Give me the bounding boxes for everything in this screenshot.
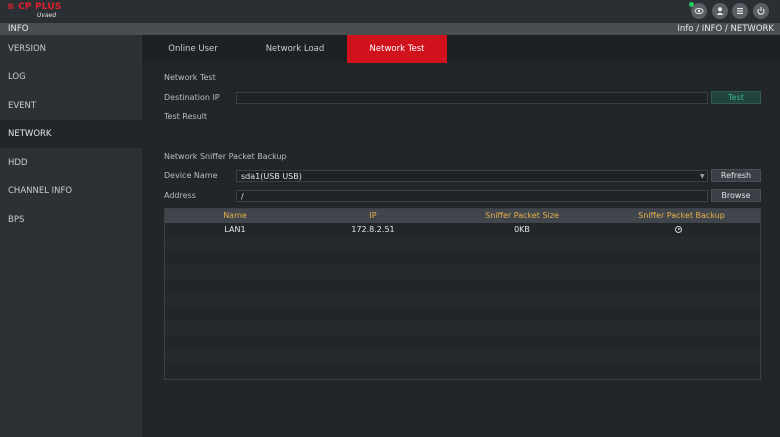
table-row-empty [165,363,760,377]
sidebar-item-channel-info[interactable]: CHANNEL INFO [0,177,142,205]
refresh-button[interactable]: Refresh [711,169,761,182]
table-row-empty [165,279,760,293]
table-header: Name IP Sniffer Packet Size Sniffer Pack… [165,209,760,223]
destination-ip-input[interactable] [236,92,708,104]
address-input[interactable]: / [236,190,708,202]
user-icon[interactable] [712,3,728,19]
network-test-title: Network Test [164,73,216,82]
tab-online-user[interactable]: Online User [142,35,244,63]
table-row-empty [165,335,760,349]
browse-button[interactable]: Browse [711,189,761,202]
table-row-empty [165,349,760,363]
destination-ip-label: Destination IP [164,93,220,102]
table-row-empty [165,307,760,321]
column-header-backup: Sniffer Packet Backup [638,211,725,220]
table-row[interactable]: LAN1 172.8.2.51 0KB [165,223,760,237]
sidebar-item-hdd[interactable]: HDD [0,149,142,177]
sidebar-item-log[interactable]: LOG [0,63,142,91]
table-row-empty [165,293,760,307]
sidebar-item-label: NETWORK [8,129,52,139]
sidebar-item-label: EVENT [8,101,37,111]
sniffer-table: Name IP Sniffer Packet Size Sniffer Pack… [164,208,761,380]
page-title: INFO [8,24,29,34]
top-bar: ≅ CP PLUS Uvaed [0,0,780,24]
cell-size: 0KB [514,225,530,234]
test-button[interactable]: Test [711,91,761,104]
sidebar-item-label: CHANNEL INFO [8,186,73,196]
sidebar-item-version[interactable]: VERSION [0,35,142,63]
sniffer-section-title: Network Sniffer Packet Backup [164,152,287,161]
device-name-label: Device Name [164,171,218,180]
device-name-select[interactable]: sda1(USB USB) [236,170,708,182]
chevron-down-icon[interactable]: ▼ [700,173,705,180]
sidebar-item-label: BPS [8,215,25,225]
logo-main-text: ≅ CP PLUS [7,2,62,12]
breadcrumb[interactable]: Info / INFO / NETWORK [677,23,774,35]
sidebar-item-label: LOG [8,72,26,82]
table-row-empty [165,237,760,251]
table-row-empty [165,265,760,279]
column-header-size: Sniffer Packet Size [485,211,559,220]
power-icon[interactable] [753,3,769,19]
column-header-name: Name [223,211,247,220]
sidebar-item-event[interactable]: EVENT [0,92,142,120]
tab-network-test[interactable]: Network Test [347,35,447,63]
table-row-empty [165,321,760,335]
table-row-empty [165,251,760,265]
brand-logo: ≅ CP PLUS Uvaed [7,2,61,20]
column-header-ip: IP [369,211,377,220]
sidebar-item-bps[interactable]: BPS [0,206,142,234]
logo-sub-text: Uvaed [37,12,57,19]
info-bar: INFO Info / INFO / NETWORK [0,23,780,35]
backup-play-icon[interactable] [675,226,682,233]
cell-ip: 172.8.2.51 [351,225,395,234]
tab-network-load[interactable]: Network Load [244,35,346,63]
address-value: / [241,192,244,201]
tab-bar: Online User Network Load Network Test [142,35,780,63]
sidebar-item-label: VERSION [8,44,47,54]
address-label: Address [164,191,196,200]
eye-icon[interactable] [691,3,707,19]
test-result-label: Test Result [164,112,208,121]
sidebar-item-network[interactable]: NETWORK [0,120,142,148]
cell-name: LAN1 [224,225,246,234]
sidebar: VERSION LOG EVENT NETWORK HDD CHANNEL IN… [0,35,142,437]
device-name-value: sda1(USB USB) [241,172,302,181]
sidebar-item-label: HDD [8,158,28,168]
menu-icon[interactable] [732,3,748,19]
